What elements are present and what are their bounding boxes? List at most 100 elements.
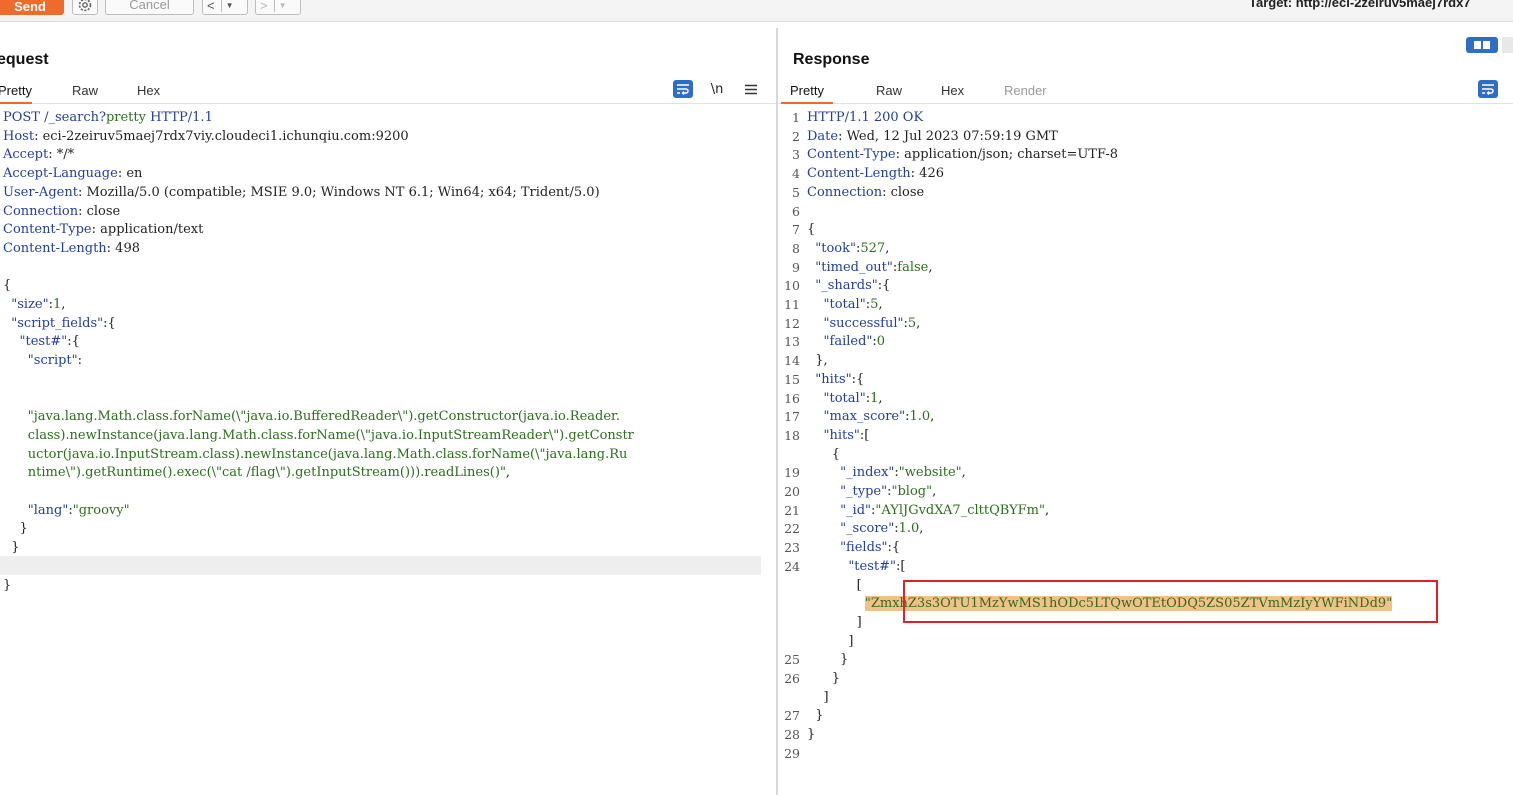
chevron-down-icon[interactable]: ▼ (226, 1, 234, 10)
code-line: { (3, 277, 11, 296)
code-token: Content-Type (3, 222, 92, 238)
code-token: POST /_search? (3, 110, 106, 125)
code-line: "lang":"groovy" (3, 502, 130, 521)
code-token: : Wed, 12 Jul 2023 07:59:19 GMT (838, 128, 1058, 144)
line-number (778, 595, 800, 614)
code-token: 0 (876, 334, 886, 350)
code-token: "_type" (840, 484, 888, 499)
code-token: "blog" (891, 484, 933, 499)
target-url[interactable]: Target: http://eci-2zeiruv5maej7rdx7 (1249, 0, 1471, 10)
code-token: ] (807, 689, 829, 705)
code-token: , (878, 297, 883, 312)
code-token: : application/json; charset=UTF-8 (895, 147, 1119, 163)
tab-pretty[interactable]: Pretty (0, 82, 32, 104)
code-line: "test#":[ (807, 558, 905, 577)
tab-render[interactable]: Render (1004, 82, 1047, 104)
code-token: } (3, 521, 28, 537)
code-token: , (885, 240, 890, 256)
code-token: : close (882, 184, 925, 200)
code-line: } (3, 539, 19, 558)
tab-pretty[interactable]: Pretty (781, 82, 833, 104)
code-line: Content-Type: application/json; charset=… (807, 146, 1118, 165)
code-token: , (916, 315, 921, 331)
line-number (778, 689, 800, 708)
code-line: ] (807, 689, 829, 708)
line-number: 29 (784, 745, 800, 761)
code-token: : (77, 353, 83, 369)
code-line: ] (807, 633, 853, 652)
cancel-button[interactable]: Cancel (105, 0, 194, 15)
top-toolbar: Send Cancel < ▼ > ▼ Target: http://eci-2ze… (0, 0, 1513, 22)
chevron-down-icon[interactable]: ▼ (279, 1, 287, 10)
response-editor[interactable]: 1 HTTP/1.1 200 OK 2 Date: Wed, 12 Jul 2023 … (778, 109, 1513, 795)
request-editor[interactable]: POST /_search?pretty HTTP/1.1 Host: eci-2… (0, 109, 776, 795)
code-token: Connection (3, 203, 79, 219)
code-line: Content-Type: application/text (3, 221, 203, 240)
code-token: } (807, 727, 816, 743)
code-token: :[ (859, 427, 870, 443)
code-token: uctor(java.io.InputStream.class).newInst… (27, 446, 628, 462)
line-number: 15 (784, 371, 800, 387)
code-line: }, (807, 352, 828, 371)
code-token: Accept (3, 147, 49, 163)
line-number: 17 (784, 409, 800, 425)
menu-button[interactable] (741, 80, 761, 98)
line-number: 26 (784, 671, 800, 686)
line-number: 25 (784, 652, 800, 668)
code-line: { (807, 221, 815, 240)
line-number: 21 (784, 502, 800, 518)
code-line: "_index":"website", (807, 464, 966, 483)
newline-toggle[interactable]: \n (707, 80, 727, 98)
code-token: Host (3, 128, 35, 144)
wrap-icon (677, 84, 689, 95)
line-number (778, 446, 800, 465)
code-line: "max_score":1.0, (807, 408, 935, 427)
code-line: "hits":[ (807, 427, 870, 446)
code-token: } (807, 708, 824, 724)
send-button[interactable]: Send (0, 0, 64, 15)
line-number: 2 (792, 128, 800, 144)
tab-raw[interactable]: Raw (876, 82, 902, 104)
tab-hex[interactable]: Hex (941, 82, 964, 104)
code-token: : eci-2zeiruv5maej7rdx7viy.cloudeci1.ich… (34, 128, 409, 144)
forward-button[interactable]: > ▼ (255, 0, 301, 15)
line-number: 13 (784, 334, 800, 350)
settings-button[interactable] (72, 0, 98, 15)
code-line: "total":5, (807, 296, 883, 315)
word-wrap-button[interactable] (1478, 80, 1498, 98)
line-number: 5 (792, 184, 800, 200)
code-line: Content-Length: 426 (807, 165, 944, 184)
tab-raw[interactable]: Raw (72, 82, 98, 104)
code-token: :{ (67, 334, 80, 350)
word-wrap-button[interactable] (673, 80, 693, 98)
line-number: 8 (792, 240, 800, 256)
code-token: }, (807, 353, 828, 369)
code-token: : 426 (910, 166, 944, 182)
response-tabs: Pretty Raw Hex Render (778, 80, 1513, 104)
code-token: : en (117, 166, 143, 182)
tab-hex[interactable]: Hex (137, 82, 160, 104)
code-token: Content-Type (807, 147, 896, 163)
code-token: , (878, 390, 883, 406)
code-line: Accept: */* (3, 146, 74, 165)
back-button[interactable]: < ▼ (202, 0, 248, 15)
code-token: :{ (887, 540, 901, 556)
back-label: < (207, 0, 215, 13)
code-token: { (3, 278, 12, 294)
code-token: "script" (27, 353, 78, 369)
code-line: "_score":1.0, (807, 520, 923, 539)
line-number: 11 (784, 297, 800, 312)
line-number: 9 (792, 259, 800, 275)
